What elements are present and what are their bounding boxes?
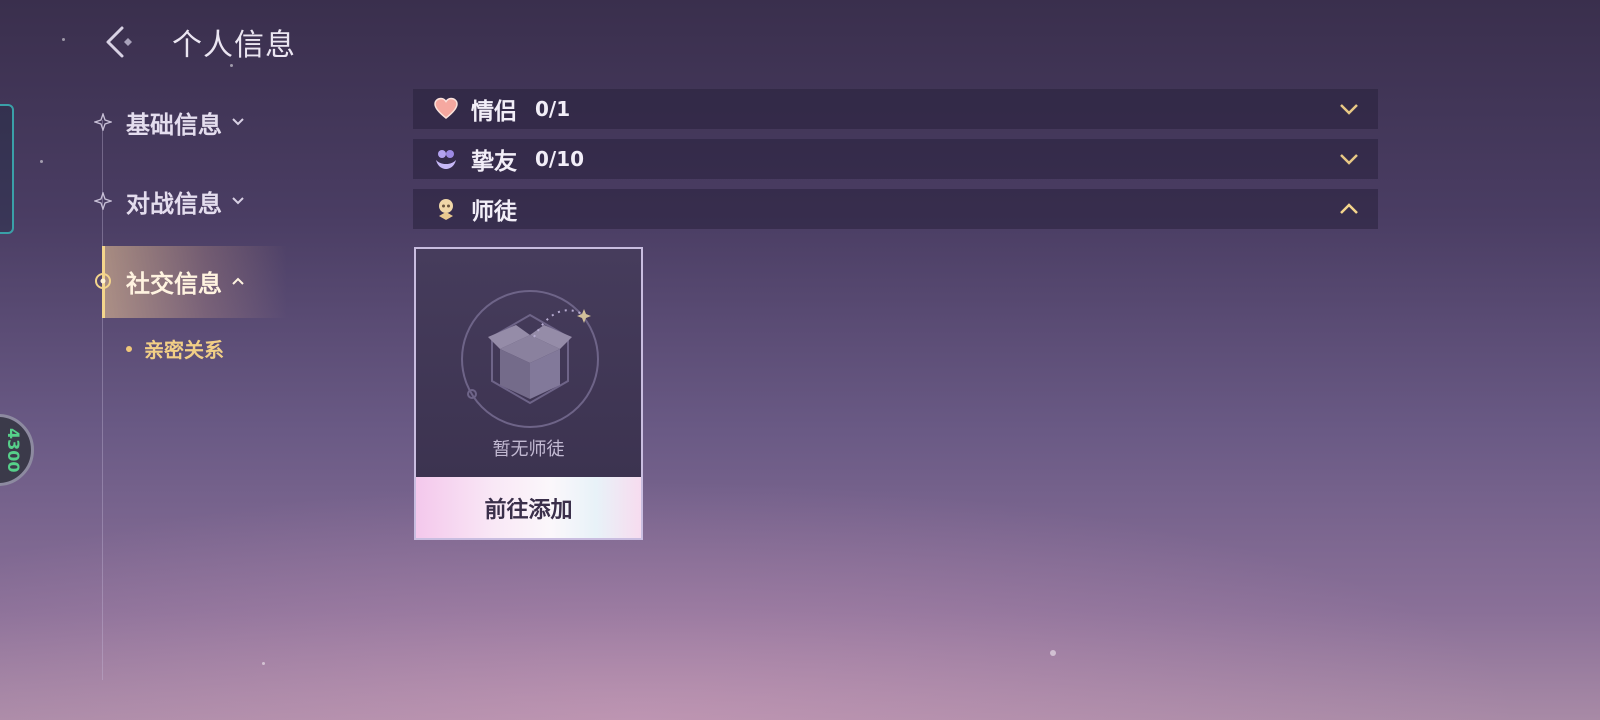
nav-item-social-info[interactable]: 社交信息: [94, 261, 246, 301]
chevron-down-icon: [232, 118, 244, 126]
sub-item-intimate-relations[interactable]: 亲密关系: [126, 334, 224, 363]
nav-item-label: 基础信息: [126, 110, 222, 139]
empty-text: 暂无师徒: [492, 439, 565, 460]
relation-header-couple[interactable]: 情侣 0/1: [413, 89, 1378, 129]
mentor-icon: [439, 199, 453, 220]
sparkle-icon: [94, 192, 112, 210]
nav-item-label: 对战信息: [126, 189, 222, 218]
page-title: 个人信息: [172, 28, 296, 63]
chevron-down-icon: [232, 197, 244, 205]
go-add-button[interactable]: 前往添加: [416, 477, 641, 538]
go-add-label: 前往添加: [484, 497, 573, 523]
relation-title: 挚友: [471, 149, 517, 175]
relation-header-mentor[interactable]: 师徒: [413, 189, 1378, 229]
active-node-icon: [95, 273, 111, 289]
relation-count: 0/1: [535, 97, 571, 121]
friends-icon: [436, 150, 456, 169]
chevron-down-icon: [1340, 104, 1358, 115]
back-arrow-icon: [106, 26, 132, 58]
sub-item-label: 亲密关系: [144, 338, 224, 362]
side-tab[interactable]: [0, 104, 14, 234]
chevron-up-icon: [1340, 203, 1358, 214]
relation-title: 师徒: [471, 199, 517, 225]
edge-badge[interactable]: 4300: [0, 414, 34, 486]
chevron-down-icon: [1340, 154, 1358, 165]
heart-icon: [434, 97, 458, 119]
chevron-up-icon: [232, 277, 244, 285]
nav-item-battle-info[interactable]: 对战信息: [94, 181, 246, 221]
nav-item-basic-info[interactable]: 基础信息: [94, 102, 246, 142]
empty-box-icon: [461, 290, 599, 428]
sparkle-icon: [94, 113, 112, 131]
background-glow: [0, 460, 1600, 720]
bullet-dot: [126, 345, 132, 352]
relation-header-bestie[interactable]: 挚友 0/10: [413, 139, 1378, 179]
mentor-empty-card: 暂无师徒 前往添加: [414, 247, 643, 540]
nav-item-label: 社交信息: [126, 269, 222, 298]
back-button[interactable]: [100, 22, 140, 62]
relation-count: 0/10: [535, 147, 585, 171]
relation-title: 情侣: [471, 99, 517, 125]
